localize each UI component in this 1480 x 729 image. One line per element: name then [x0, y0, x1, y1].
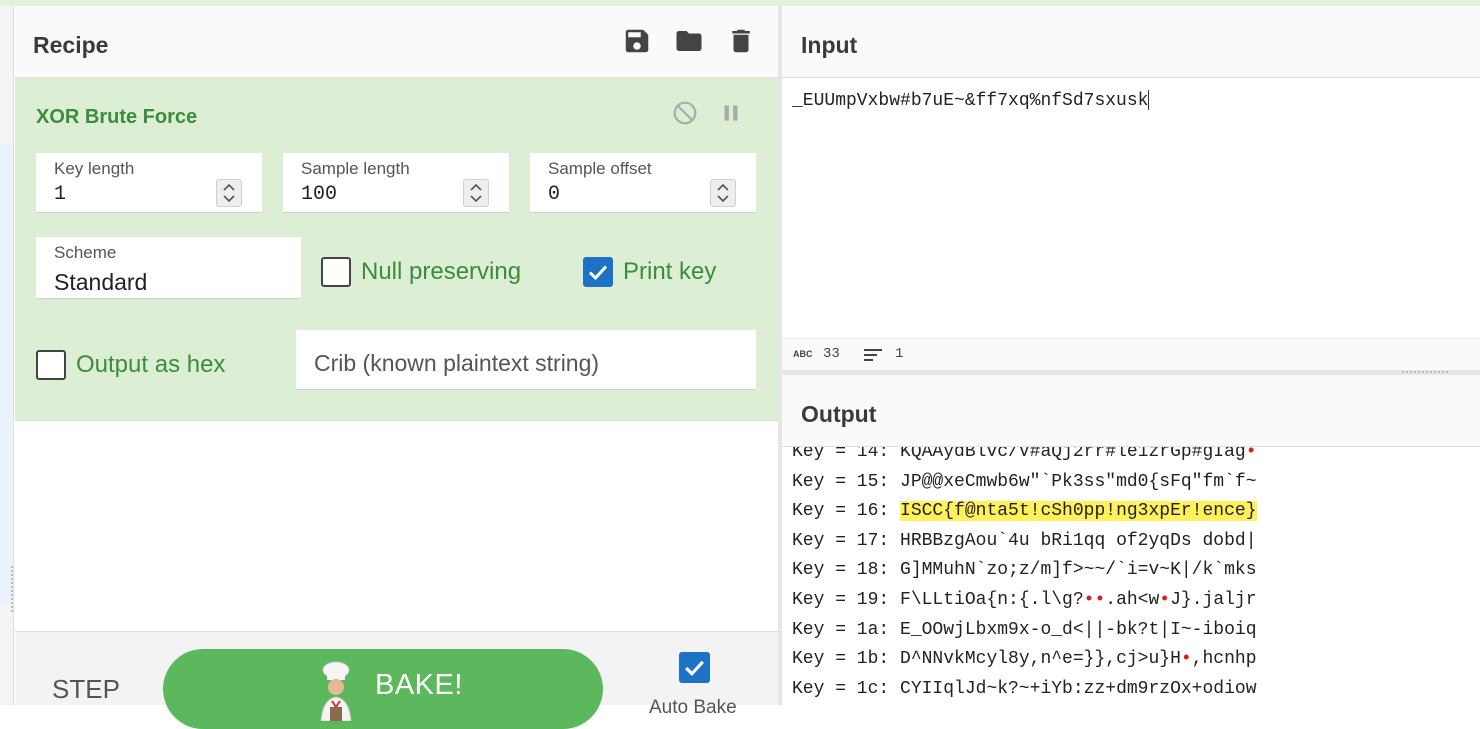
output-line-key: Key = 1a: — [792, 619, 901, 640]
output-line: Key = 16: ISCC{f@nta5t!cSh0pp!ng3xpEr!en… — [792, 497, 1257, 525]
null-preserving-box[interactable] — [321, 257, 351, 287]
null-preserving-label: Null preserving — [361, 258, 522, 285]
output-line-text: ,hcnhp — [1191, 649, 1257, 670]
output-line-key: Key = 16: — [792, 501, 901, 522]
scheme-select[interactable]: Scheme Standard — [36, 237, 301, 299]
output-line-key: Key = 14: — [792, 447, 901, 462]
output-line-key: Key = 15: — [792, 471, 901, 492]
save-icon[interactable] — [622, 26, 652, 56]
output-line: Key = 1c: CYIIqlJd~k?~+iYb:zz+dm9rzOx+od… — [792, 675, 1257, 703]
disable-icon[interactable] — [672, 100, 698, 126]
check-icon — [685, 660, 704, 677]
output-line-text: E_OOwjLbxm9x-o_d<||-bk?t|I~-iboiq — [900, 619, 1257, 640]
recipe-controls: STEP BAKE! Auto Bake — [15, 631, 778, 729]
output-line-text: .ah<w — [1105, 590, 1160, 610]
output-line-text: KQAAydBlvc/V#aQj2rr#le1zrGp#gIag — [900, 447, 1246, 462]
sample-offset-field[interactable]: Sample offset 0 — [530, 153, 756, 213]
lines-icon — [864, 349, 882, 361]
output-header: Output — [782, 375, 1480, 447]
resize-handle[interactable] — [1402, 371, 1448, 373]
step-button[interactable]: STEP — [52, 674, 120, 705]
scheme-value[interactable]: Standard — [54, 269, 147, 296]
output-line: Key = 14: KQAAydBlvc/V#aQj2rr#le1zrGp#gI… — [792, 447, 1257, 466]
bake-button[interactable]: BAKE! — [163, 649, 603, 729]
key-length-stepper[interactable] — [216, 179, 242, 207]
output-line-text: D^NNvkMcyl8y,n^e=}},cj>u}H — [900, 649, 1181, 670]
sample-offset-input[interactable]: 0 — [548, 183, 560, 206]
abc-icon: ABC — [793, 349, 813, 359]
input-header: Input — [782, 6, 1480, 78]
input-title: Input — [801, 32, 858, 58]
operation-title: XOR Brute Force — [36, 106, 198, 128]
input-length: 33 — [823, 346, 840, 362]
recipe-title: Recipe — [33, 32, 109, 58]
output-line-key: Key = 17: — [792, 530, 901, 551]
auto-bake-box[interactable] — [679, 652, 710, 683]
output-line: Key = 1a: E_OOwjLbxm9x-o_d<||-bk?t|I~-ib… — [792, 616, 1257, 644]
output-line-text: G]MMuhN`zo;z/m]f>~~/`i=v~K|/k`mks — [900, 560, 1257, 581]
nonprintable-marker: • — [1245, 447, 1257, 462]
crib-placeholder: Crib (known plaintext string) — [314, 350, 600, 376]
check-icon — [588, 265, 608, 281]
xor-brute-force-operation: XOR Brute Force Key length 1 Sample leng… — [15, 78, 778, 421]
auto-bake-label: Auto Bake — [649, 697, 737, 718]
output-line: Key = 18: G]MMuhN`zo;z/m]f>~~/`i=v~K|/k`… — [792, 556, 1257, 584]
text-caret — [1148, 90, 1150, 110]
output-as-hex-box[interactable] — [36, 350, 66, 380]
sample-length-field[interactable]: Sample length 100 — [283, 153, 509, 213]
resize-handle[interactable] — [11, 566, 13, 612]
print-key-label: Print key — [623, 258, 717, 285]
operations-panel-edge — [0, 6, 14, 705]
print-key-box[interactable] — [583, 257, 613, 287]
bake-label: BAKE! — [375, 669, 463, 701]
input-lines: 1 — [895, 346, 904, 362]
recipe-header: Recipe — [15, 6, 778, 78]
output-line-text: HRBBzgAou`4u bRi1qq of2yqDs dobd| — [900, 530, 1257, 551]
output-line-key: Key = 1c: — [792, 678, 901, 699]
nonprintable-marker: • — [1159, 590, 1171, 610]
output-line-text: J}.jaljr — [1170, 590, 1257, 610]
output-line: Key = 1b: D^NNvkMcyl8y,n^e=}},cj>u}H•,hc… — [792, 645, 1257, 673]
output-as-hex-label: Output as hex — [76, 351, 226, 378]
output-line: Key = 17: HRBBzgAou`4u bRi1qq of2yqDs do… — [792, 527, 1257, 555]
nonprintable-marker: • — [1180, 649, 1192, 670]
output-line-key: Key = 1b: — [792, 649, 901, 670]
output-line-text: CYIIqlJd~k?~+iYb:zz+dm9rzOx+odiow — [900, 678, 1257, 699]
key-length-input[interactable]: 1 — [54, 183, 66, 206]
print-key-checkbox[interactable]: Print key — [583, 257, 716, 287]
output-line: Key = 15: JP@@xeCmwb6w"`Pk3ss"md0{sFq"fm… — [792, 468, 1257, 496]
output-title: Output — [801, 401, 877, 427]
nonprintable-marker: •• — [1083, 590, 1106, 610]
null-preserving-checkbox[interactable]: Null preserving — [321, 257, 521, 287]
output-line: Key = 19: F\LLtiOa{n:{.l\g?••.ah<w•J}.ja… — [792, 586, 1257, 614]
trash-icon[interactable] — [726, 26, 756, 56]
folder-icon[interactable] — [674, 26, 704, 56]
crib-input[interactable]: Crib (known plaintext string) — [296, 330, 756, 390]
output-panel: Output Key = 14: KQAAydBlvc/V#aQj2rr#le1… — [782, 375, 1480, 705]
pause-icon[interactable] — [718, 100, 744, 126]
recipe-panel: Recipe XOR Brute Force Key length 1 Samp… — [15, 6, 778, 729]
output-line-text: F\LLtiOa{n:{.l\g? — [900, 590, 1084, 610]
key-length-field[interactable]: Key length 1 — [36, 153, 262, 213]
sample-offset-stepper[interactable] — [710, 179, 736, 207]
output-line-key: Key = 18: — [792, 560, 901, 581]
output-line-key: Key = 19: — [792, 590, 901, 610]
output-line-text: JP@@xeCmwb6w"`Pk3ss"md0{sFq"fm`f~ — [900, 471, 1257, 492]
sample-length-input[interactable]: 100 — [301, 183, 337, 206]
highlighted-match: ISCC{f@nta5t!cSh0pp!ng3xpEr!ence} — [900, 501, 1257, 522]
input-status-bar: ABC 33 1 — [782, 338, 1480, 370]
input-panel: Input _EUUmpVxbw#b7uE~&ff7xq%nfSd7sxusk … — [782, 6, 1480, 370]
input-textarea[interactable]: _EUUmpVxbw#b7uE~&ff7xq%nfSd7sxusk — [792, 90, 1150, 111]
output-as-hex-checkbox[interactable]: Output as hex — [36, 350, 225, 380]
output-text[interactable]: Key = 14: KQAAydBlvc/V#aQj2rr#le1zrGp#gI… — [782, 447, 1480, 705]
chef-icon — [320, 661, 352, 721]
sample-length-stepper[interactable] — [463, 179, 489, 207]
